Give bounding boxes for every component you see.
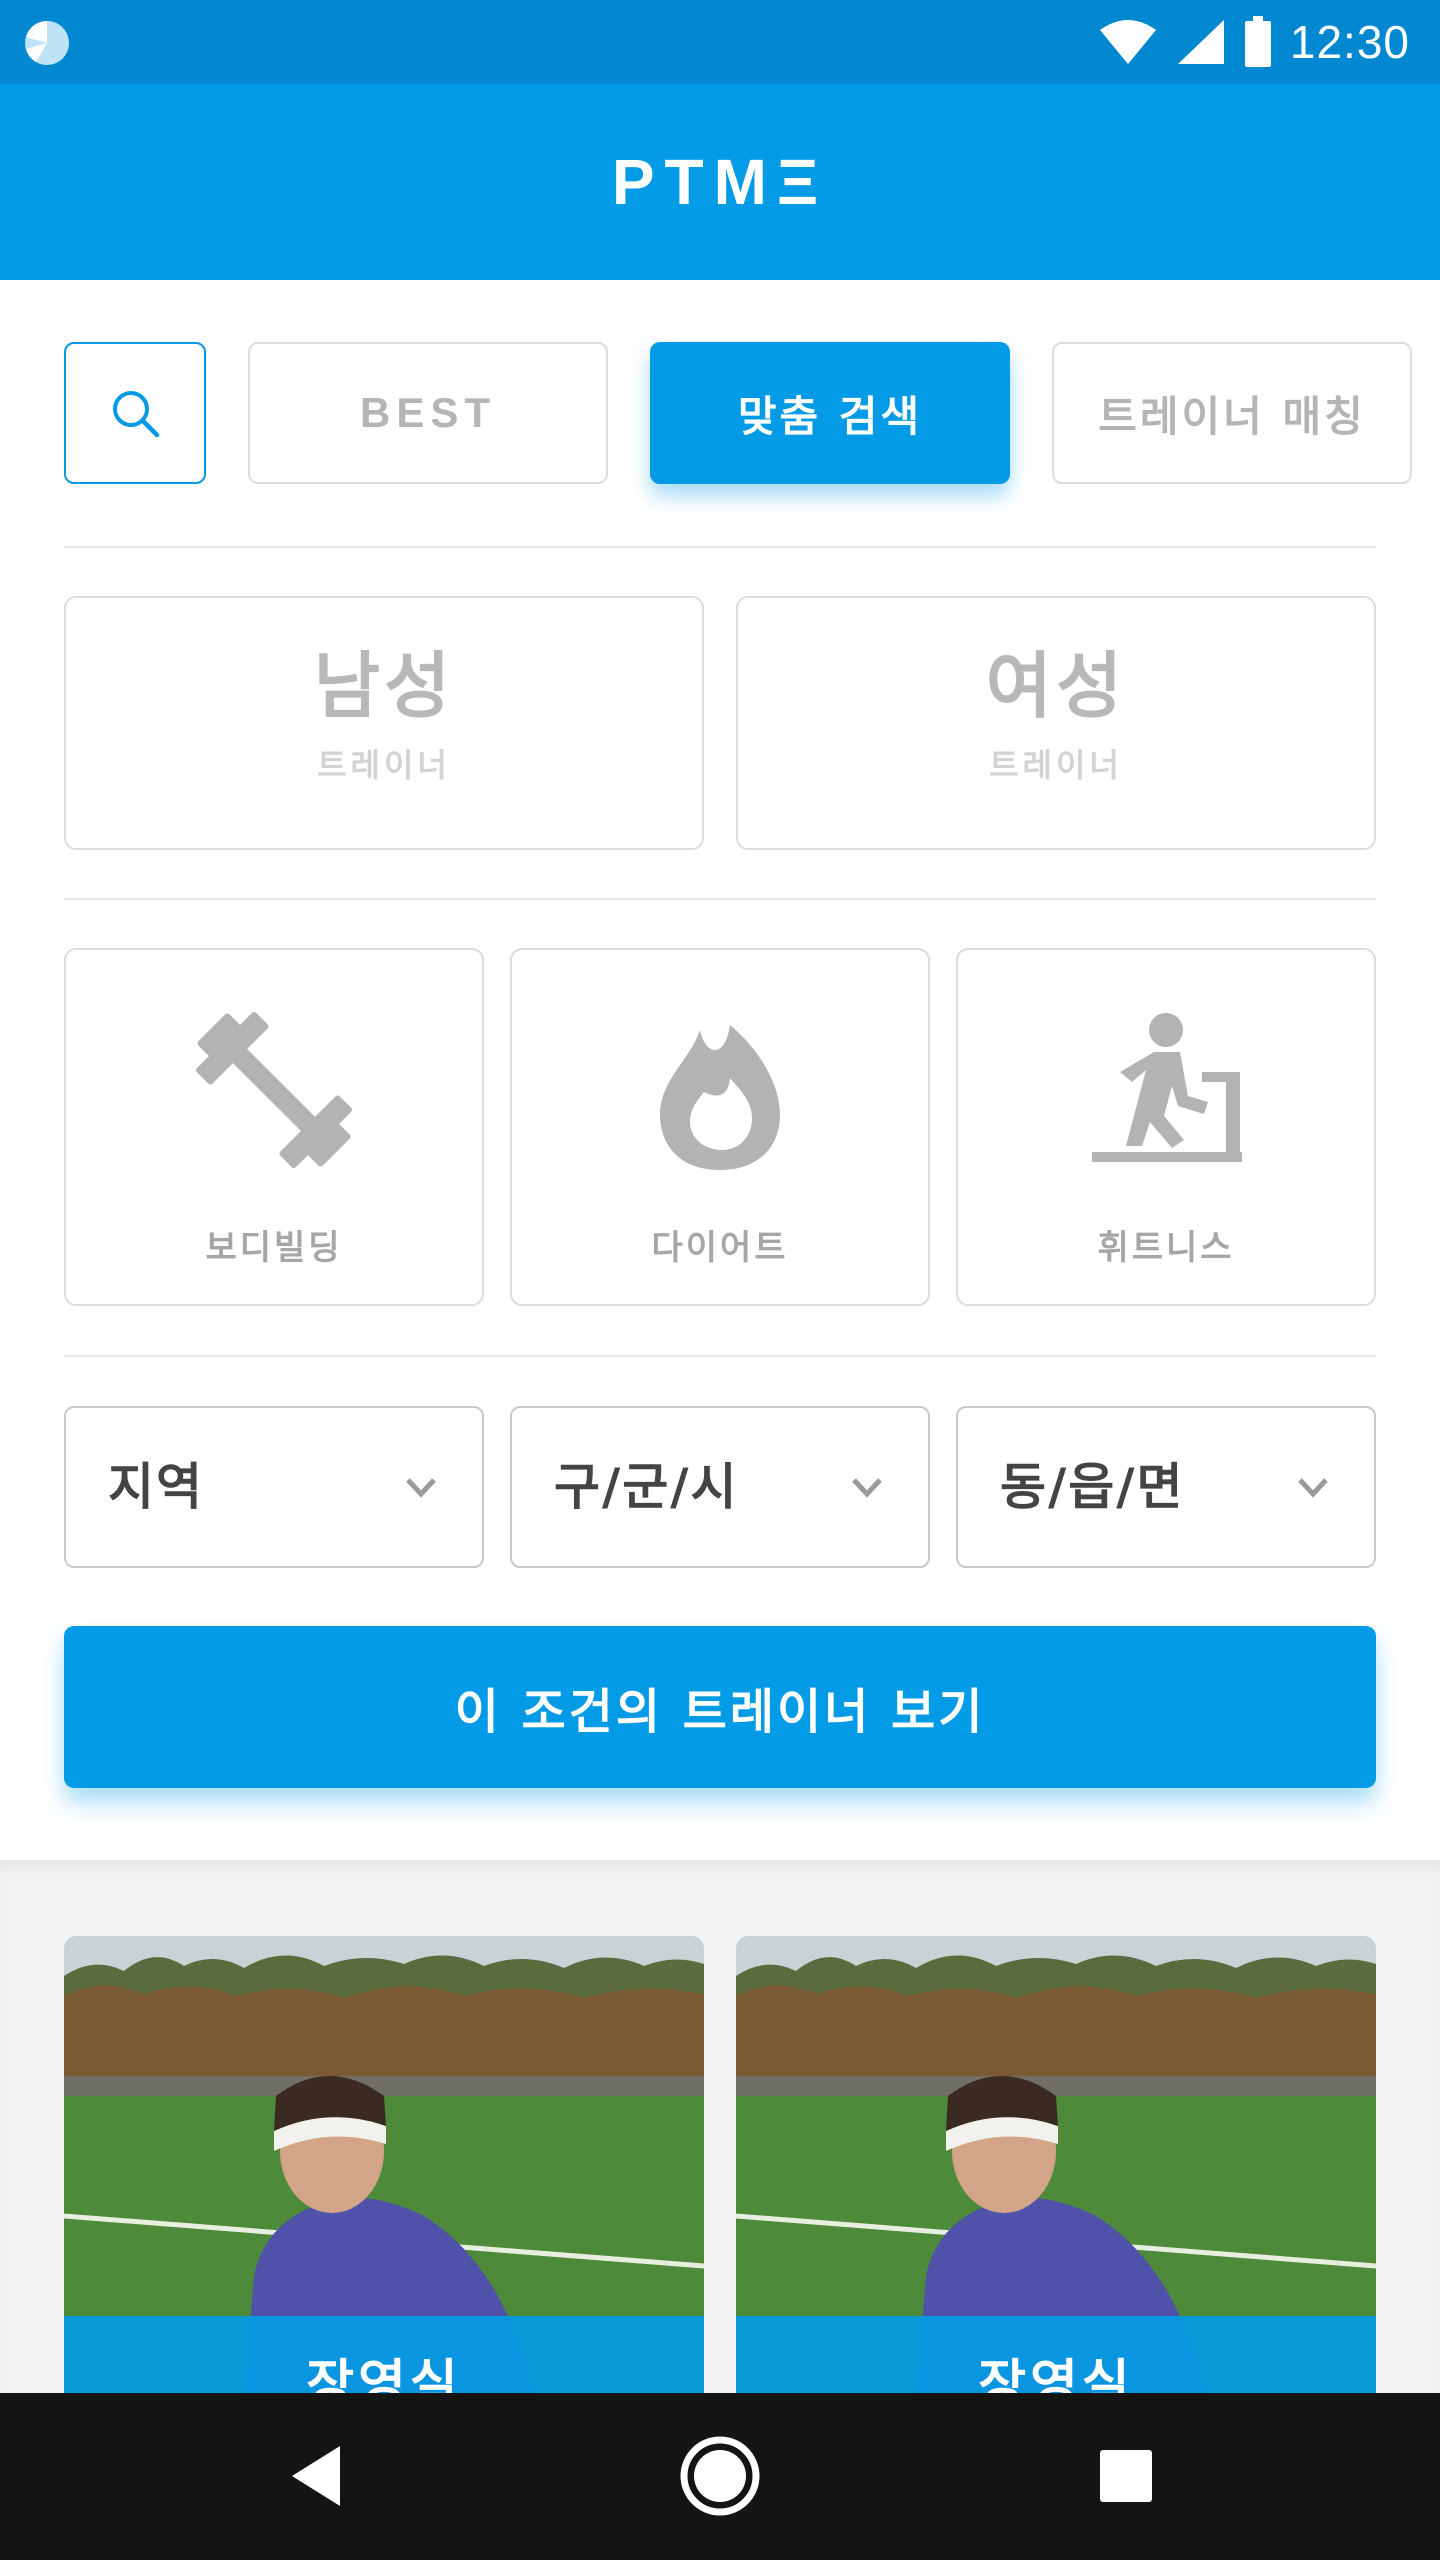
tab-best[interactable]: BEST [248,342,608,484]
home-icon[interactable] [670,2426,770,2526]
search-mode-tabs: BEST 맞춤 검색 트레이너 매칭 [64,342,1412,484]
treadmill-icon [1092,1013,1242,1162]
trainer-card[interactable]: 장영실 [736,1936,1376,2393]
gender-male-label: 남성 [313,644,455,728]
divider [64,898,1376,900]
status-time: 12:30 [1289,16,1410,68]
trainer-name: 장영실 [64,2316,704,2393]
flame-icon [660,1025,780,1170]
divider [64,546,1376,548]
category-bodybuilding[interactable]: 보디빌딩 [64,948,484,1306]
category-diet[interactable]: 다이어트 [510,948,930,1306]
divider [64,1355,1376,1357]
region-select[interactable]: 지역 [64,1406,484,1568]
district-select-value: 구/군/시 [554,1458,739,1516]
chevron-down-icon [406,1478,436,1498]
cellular-signal-icon [1177,20,1224,64]
app-bar: PTMΞ [0,84,1440,280]
app-notification-icon [25,21,69,65]
category-label: 보디빌딩 [205,1228,343,1268]
chevron-down-icon [1298,1478,1328,1498]
category-label: 다이어트 [651,1228,789,1268]
gender-female-button[interactable]: 여성 트레이너 [736,596,1376,850]
status-bar: 12:30 [0,0,1440,84]
district-select[interactable]: 구/군/시 [510,1406,930,1568]
gender-female-sublabel: 트레이너 [989,746,1123,784]
search-button[interactable] [64,342,206,484]
gender-male-button[interactable]: 남성 트레이너 [64,596,704,850]
category-fitness[interactable]: 휘트니스 [956,948,1376,1306]
dumbbell-icon [196,1012,352,1168]
tab-custom-search[interactable]: 맞춤 검색 [650,342,1010,484]
chevron-down-icon [852,1478,882,1498]
category-label: 휘트니스 [1097,1228,1235,1268]
battery-icon [1244,16,1271,67]
gender-female-label: 여성 [985,644,1127,728]
search-icon [113,391,160,438]
system-navigation-bar [0,2393,1440,2560]
trainer-name: 장영실 [736,2316,1376,2393]
back-icon[interactable] [268,2426,368,2526]
app-logo: PTMΞ [611,146,829,218]
region-select-value: 지역 [108,1458,204,1516]
gender-male-sublabel: 트레이너 [317,746,451,784]
town-select-value: 동/읍/면 [1000,1458,1185,1516]
tab-trainer-matching[interactable]: 트레이너 매칭 [1052,342,1412,484]
town-select[interactable]: 동/읍/면 [956,1406,1376,1568]
recents-icon[interactable] [1076,2426,1176,2526]
wifi-icon [1099,20,1156,64]
view-trainers-button[interactable]: 이 조건의 트레이너 보기 [64,1626,1376,1788]
trainer-card[interactable]: 장영실 [64,1936,704,2393]
